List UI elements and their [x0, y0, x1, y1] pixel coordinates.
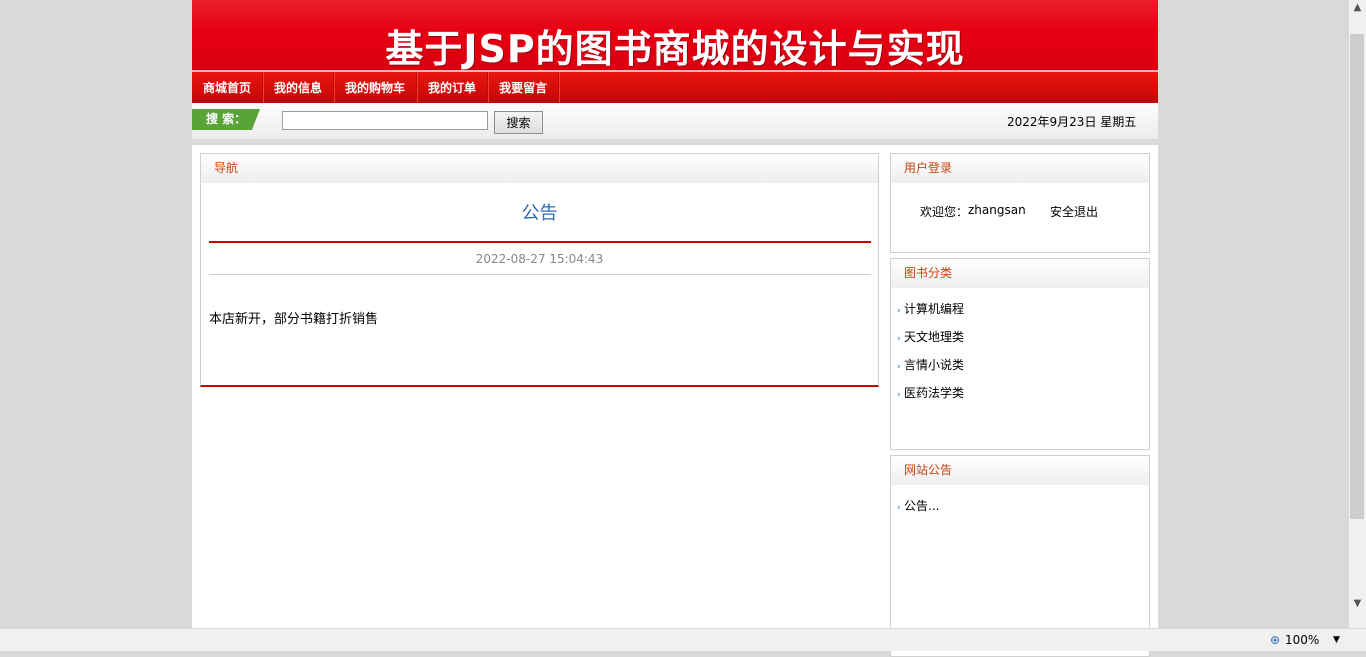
category-item-label: 天文地理类 [904, 330, 965, 344]
scroll-thumb[interactable] [1350, 34, 1364, 519]
site-title: 基于JSP的图书商城的设计与实现 [385, 27, 965, 71]
chevron-down-icon[interactable]: ▼ [1333, 635, 1340, 645]
search-button[interactable]: 搜索 [494, 111, 543, 134]
scroll-down-arrow-icon[interactable]: ▼ [1349, 598, 1366, 612]
welcome-label: 欢迎您： [920, 205, 969, 219]
vertical-scrollbar[interactable]: ▲ ▼ [1349, 0, 1366, 628]
category-item-label: 医药法学类 [904, 386, 965, 400]
zoom-level[interactable]: 100% [1285, 633, 1319, 647]
site-notice-panel: 网站公告 › 公告... [890, 455, 1150, 657]
header-separator [192, 139, 1158, 145]
site-notice-list: › 公告... [897, 496, 939, 524]
category-panel-header: 图书分类 [891, 259, 1149, 288]
nav-item-my-info[interactable]: 我的信息 [263, 72, 335, 103]
notice-body: 本店新开，部分书籍打折销售 [209, 312, 379, 327]
main-panel-header: 导航 [201, 154, 878, 183]
notice-title-divider [209, 241, 871, 243]
zoom-icon[interactable]: ⊕ [1270, 633, 1280, 647]
notice-title: 公告 [521, 203, 558, 224]
search-label: 搜 索： [192, 109, 260, 130]
site-banner: 基于JSP的图书商城的设计与实现 [192, 0, 1158, 71]
nav-item-my-cart[interactable]: 我的购物车 [334, 72, 418, 103]
category-item[interactable]: › 天文地理类 [897, 327, 964, 355]
browser-status-bar: ⊕ 100% ▼ [0, 628, 1366, 651]
search-bar: 搜 索： 搜索 2022年9月23日 星期五 [192, 103, 1158, 140]
category-item-label: 计算机编程 [904, 302, 965, 316]
nav-item-my-orders[interactable]: 我的订单 [417, 72, 489, 103]
category-item[interactable]: › 医药法学类 [897, 383, 964, 411]
chevron-right-icon: › [897, 503, 901, 513]
category-list: › 计算机编程 › 天文地理类 › 言情小说类 › 医药法学类 [897, 299, 964, 411]
site-notice-panel-header: 网站公告 [891, 456, 1149, 485]
site-notice-item-label: 公告... [904, 499, 940, 513]
login-panel-header: 用户登录 [891, 154, 1149, 183]
logout-link[interactable]: 安全退出 [1050, 203, 1098, 220]
category-item[interactable]: › 言情小说类 [897, 355, 964, 383]
scroll-up-arrow-icon[interactable]: ▲ [1349, 2, 1366, 16]
username: zhangsan [968, 203, 1026, 217]
chevron-right-icon: › [897, 390, 901, 400]
category-panel: 图书分类 › 计算机编程 › 天文地理类 › 言情小说类 › 医药法学类 [890, 258, 1150, 450]
chevron-right-icon: › [897, 334, 901, 344]
nav-item-leave-message[interactable]: 我要留言 [488, 72, 560, 103]
category-item[interactable]: › 计算机编程 [897, 299, 964, 327]
notice-timestamp: 2022-08-27 15:04:43 [475, 252, 604, 266]
main-panel: 导航 公告 2022-08-27 15:04:43 本店新开，部分书籍打折销售 [200, 153, 879, 387]
search-input[interactable] [282, 111, 488, 130]
chevron-right-icon: › [897, 362, 901, 372]
category-item-label: 言情小说类 [904, 358, 965, 372]
page-container: 基于JSP的图书商城的设计与实现 商城首页 我的信息 我的购物车 我的订单 我要… [192, 0, 1158, 657]
site-notice-item[interactable]: › 公告... [897, 496, 939, 524]
nav-item-home[interactable]: 商城首页 [192, 72, 264, 103]
chevron-right-icon: › [897, 306, 901, 316]
notice-time-divider [209, 274, 871, 275]
login-panel: 用户登录 欢迎您： zhangsan 安全退出 [890, 153, 1150, 253]
current-date: 2022年9月23日 星期五 [1007, 115, 1137, 129]
main-nav: 商城首页 我的信息 我的购物车 我的订单 我要留言 [192, 72, 1158, 103]
